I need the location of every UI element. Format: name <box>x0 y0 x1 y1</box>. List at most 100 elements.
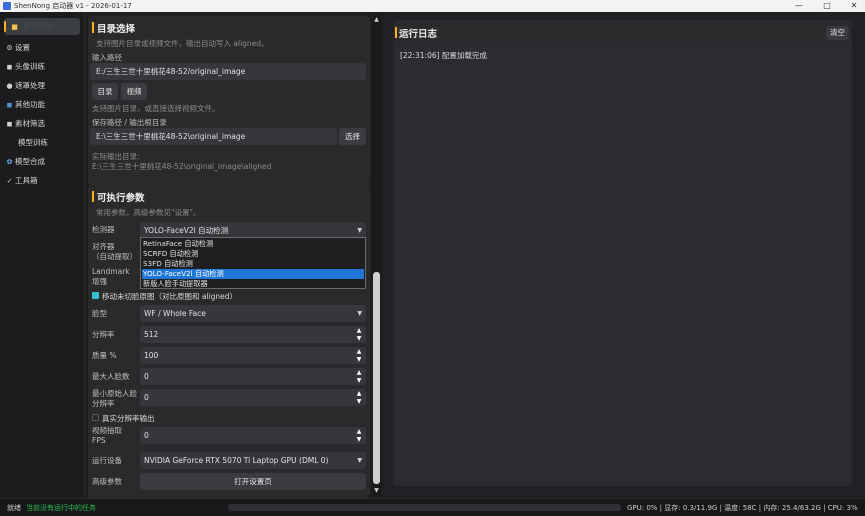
spin-down-icon[interactable]: ▼ <box>355 436 363 443</box>
chevron-down-icon: ▼ <box>357 457 362 464</box>
dropdown-option[interactable]: SCRFD 自动检测 <box>142 249 364 259</box>
max-faces-label: 最大人脸数 <box>92 372 130 381</box>
dir-desc: 支持图片目录或视频文件，输出自动写入 aligned。 <box>96 39 269 48</box>
accent-mark <box>92 191 94 202</box>
landmark-label: Landmark 增强 <box>92 267 130 286</box>
clear-log-button[interactable]: 清空 <box>826 26 849 40</box>
sidebar-item-model-train[interactable]: 模型训练 <box>4 134 80 151</box>
spin-up-icon[interactable]: ▲ <box>355 327 363 334</box>
log-output[interactable]: [22:31:06] 配置加载完成 <box>396 44 849 482</box>
min-res-spinbox[interactable]: 0 ▲ ▼ <box>140 389 366 406</box>
quality-value: 100 <box>144 351 159 360</box>
sidebar-item-settings[interactable]: ⚙ 设置 <box>4 39 80 56</box>
dropdown-option[interactable]: 新版人脸手动提取器 <box>142 279 364 289</box>
sidebar-item-label: 模型训练 <box>18 138 48 147</box>
gear-icon: ⚙ <box>6 43 13 52</box>
detector-value: YOLO-FaceV2l 自动检测 <box>144 226 229 235</box>
sidebar-item-model-merge[interactable]: ✿ 模型合成 <box>4 153 80 170</box>
spin-down-icon[interactable]: ▼ <box>355 377 363 384</box>
card-title: 目录选择 <box>92 21 135 35</box>
resolution-label: 分辨率 <box>92 330 115 339</box>
device-value: NVIDIA GeForce RTX 5070 Ti Laptop GPU (D… <box>144 456 329 465</box>
scroll-down-icon[interactable]: ▼ <box>373 487 380 495</box>
params-desc: 常用参数，高级参数见"设置"。 <box>96 208 201 217</box>
spin-up-icon[interactable]: ▲ <box>355 348 363 355</box>
dropdown-option[interactable]: S3FD 自动检测 <box>142 259 364 269</box>
system-stats: GPU: 0% | 显存: 0.3/11.9G | 温度: 58C | 内存: … <box>627 504 858 512</box>
select-button[interactable]: 选择 <box>339 128 366 145</box>
card-title: 可执行参数 <box>92 190 145 204</box>
input-path-field[interactable]: E:/三生三世十里桃花48-52/original_image <box>90 63 366 80</box>
accent-mark <box>395 27 397 38</box>
sidebar-item-label: 素材筛选 <box>15 119 45 128</box>
chevron-down-icon: ▼ <box>357 310 362 317</box>
max-faces-spinbox[interactable]: 0 ▲ ▼ <box>140 368 366 385</box>
sidebar-item-label: 设置 <box>15 43 30 52</box>
sidebar-item-label: 其他功能 <box>15 100 45 109</box>
dropdown-option[interactable]: RetinaFace 自动检测 <box>142 239 364 249</box>
params-scrollbar[interactable]: ▲ ▼ <box>372 14 381 497</box>
min-res-label: 最小原始人脸 分辨率 <box>92 389 137 408</box>
close-icon[interactable]: ✕ <box>843 0 865 12</box>
device-label: 运行设备 <box>92 456 122 465</box>
app-icon <box>3 2 11 10</box>
detector-label: 检测器 <box>92 225 115 234</box>
sidebar-item-dir-select[interactable]: ■ 目录选择 <box>4 18 80 35</box>
sidebar-item-mask[interactable]: ● 遮罩处理 <box>4 77 80 94</box>
image-icon: ◼ <box>6 62 13 71</box>
dir-button[interactable]: 目录 <box>92 83 118 100</box>
active-indicator <box>4 21 6 32</box>
status-ready: 就绪 <box>7 504 21 512</box>
sidebar-item-label: 遮罩处理 <box>15 81 45 90</box>
save-path-label: 保存路径 / 输出根目录 <box>92 118 167 127</box>
sidebar-item-filter[interactable]: ◼ 素材筛选 <box>4 115 80 132</box>
spin-down-icon[interactable]: ▼ <box>355 335 363 342</box>
mask-icon: ● <box>6 81 13 90</box>
maximize-icon[interactable]: □ <box>816 0 838 12</box>
spin-up-icon[interactable]: ▲ <box>355 369 363 376</box>
move-checkbox[interactable] <box>92 292 99 299</box>
window-title: ShenNong 启动器 v1 - 2026-01-17 <box>14 2 132 10</box>
detector-dropdown-list: RetinaFace 自动检测 SCRFD 自动检测 S3FD 自动检测 YOL… <box>140 237 366 289</box>
accent-mark <box>92 22 94 33</box>
max-faces-value: 0 <box>144 372 149 381</box>
sidebar-item-toolbox[interactable]: ✓ 工具箱 <box>4 172 80 189</box>
real-res-checkbox-label: 真实分辨率输出 <box>102 414 155 423</box>
progress-bar <box>228 504 621 511</box>
spin-down-icon[interactable]: ▼ <box>355 398 363 405</box>
minimize-icon[interactable]: — <box>788 0 810 12</box>
sidebar-item-label: 模型合成 <box>15 157 45 166</box>
merge-icon: ✿ <box>6 157 13 166</box>
folder-icon: ■ <box>11 22 18 31</box>
fps-value: 0 <box>144 431 149 440</box>
video-button[interactable]: 视频 <box>121 83 147 100</box>
puzzle-icon: ◼ <box>6 100 13 109</box>
filter-icon: ◼ <box>6 119 13 128</box>
check-icon: ✓ <box>6 176 13 185</box>
fps-spinbox[interactable]: 0 ▲ ▼ <box>140 427 366 444</box>
quality-spinbox[interactable]: 100 ▲ ▼ <box>140 347 366 364</box>
status-bar: 就绪 当前没有运行中的任务 GPU: 0% | 显存: 0.3/11.9G | … <box>0 498 865 516</box>
face-type-select[interactable]: WF / Whole Face ▼ <box>140 305 366 322</box>
open-settings-button[interactable]: 打开设置页 <box>140 473 366 490</box>
sidebar-item-other[interactable]: ◼ 其他功能 <box>4 96 80 113</box>
actual-output-value: E:\三生三世十里桃花48-52\original_image\aligned <box>92 162 272 171</box>
advanced-label: 高级参数 <box>92 477 122 486</box>
scrollbar-thumb[interactable] <box>373 272 380 484</box>
quality-label: 质量 % <box>92 351 117 360</box>
device-select[interactable]: NVIDIA GeForce RTX 5070 Ti Laptop GPU (D… <box>140 452 366 469</box>
sidebar-item-label: 头像训练 <box>15 62 45 71</box>
log-line: [22:31:06] 配置加载完成 <box>400 51 487 60</box>
spin-up-icon[interactable]: ▲ <box>355 428 363 435</box>
scroll-up-icon[interactable]: ▲ <box>373 16 380 24</box>
sidebar-item-avatar-train[interactable]: ◼ 头像训练 <box>4 58 80 75</box>
real-res-checkbox[interactable] <box>92 414 99 421</box>
status-task: 当前没有运行中的任务 <box>26 504 96 512</box>
spin-up-icon[interactable]: ▲ <box>355 390 363 397</box>
save-path-field[interactable]: E:\三生三世十里桃花48-52\original_image <box>90 128 337 145</box>
dropdown-option-selected[interactable]: YOLO-FaceV2l 自动检测 <box>142 269 364 279</box>
spin-down-icon[interactable]: ▼ <box>355 356 363 363</box>
sidebar-item-label: 目录选择 <box>23 22 53 31</box>
resolution-spinbox[interactable]: 512 ▲ ▼ <box>140 326 366 343</box>
sidebar: ■ 目录选择 ⚙ 设置 ◼ 头像训练 ● 遮罩处理 ◼ 其他功能 ◼ 素材筛选 … <box>0 12 85 498</box>
